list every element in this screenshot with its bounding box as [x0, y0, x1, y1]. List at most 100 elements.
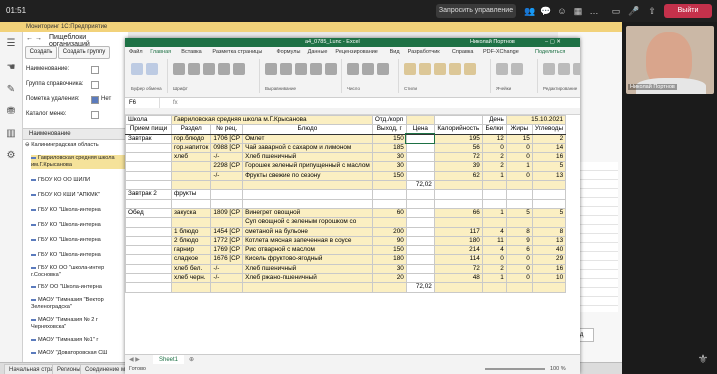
table-cell[interactable] — [405, 170, 435, 182]
table-cell[interactable]: 0 — [481, 254, 507, 265]
table-cell[interactable]: гор.блюдо — [170, 133, 212, 144]
table-cell[interactable]: 117 — [433, 226, 483, 237]
list-item[interactable]: МАОУ "Гимназия "Вектор Зеленоградска" — [31, 297, 126, 311]
list-item[interactable]: МАОУ "Гимназия № 2 г Черняховска" — [31, 317, 126, 331]
table-cell[interactable]: 0 — [481, 142, 507, 154]
table-cell[interactable] — [125, 282, 172, 293]
column-header-cell[interactable]: Углеводы — [531, 124, 567, 135]
table-cell[interactable] — [242, 198, 373, 209]
table-cell[interactable]: 60 — [371, 207, 407, 219]
table-cell[interactable]: гор.напиток — [170, 142, 212, 154]
ribbon-button-icon[interactable] — [558, 63, 570, 75]
ribbon-button-icon[interactable] — [203, 63, 215, 75]
table-cell[interactable] — [170, 161, 212, 172]
table-cell[interactable]: 8 — [531, 226, 567, 237]
school-label-cell[interactable]: Школа — [125, 114, 172, 126]
table-cell[interactable]: 16 — [531, 152, 567, 163]
filter-catalog[interactable]: Каталог меню: — [26, 109, 66, 119]
tree-item-selected[interactable]: Гавриловская средняя школа им.Г.Крысанов… — [31, 155, 126, 169]
table-cell[interactable]: 2 — [481, 263, 507, 275]
table-cell[interactable]: 6 — [505, 245, 533, 256]
ribbon-tab[interactable]: Разметка страницы — [212, 47, 262, 57]
window-controls[interactable]: – ▢ ✕ — [545, 38, 561, 47]
table-cell[interactable]: Омлет — [242, 133, 373, 144]
column-header-cell[interactable]: № рец. — [210, 124, 244, 135]
table-cell[interactable]: 15 — [505, 133, 533, 144]
leave-button[interactable]: Выйти — [664, 4, 712, 18]
table-cell[interactable]: 8 — [505, 226, 533, 237]
nav-arrows[interactable]: ← → — [26, 35, 42, 42]
table-cell[interactable]: 2 — [481, 152, 507, 163]
table-cell[interactable]: фрукты — [170, 189, 212, 200]
filter-catalog-checkbox[interactable] — [91, 111, 99, 119]
dept-label-cell[interactable]: Отд./корп — [371, 114, 407, 126]
table-cell[interactable]: 72,02 — [405, 282, 435, 293]
table-cell[interactable]: 1 — [481, 170, 507, 182]
table-cell[interactable] — [505, 180, 533, 191]
table-cell[interactable]: Чай заварной с сахаром и лимоном — [242, 142, 373, 154]
list-item[interactable]: ГБУ КО "Школа-интерна — [31, 252, 131, 259]
table-cell[interactable] — [405, 217, 435, 228]
ribbon-button-icon[interactable] — [511, 63, 523, 75]
share-icon[interactable]: ⇧ — [646, 5, 658, 17]
ribbon-button-icon[interactable] — [434, 63, 446, 75]
table-cell[interactable]: -/- — [210, 263, 244, 275]
school-name-cell[interactable]: Гавриловская средняя школа м.Г.Крысанова — [171, 114, 373, 126]
table-cell[interactable]: 2298 [СР — [210, 161, 244, 172]
ribbon-button-icon[interactable] — [280, 63, 292, 75]
ribbon-button-icon[interactable] — [146, 63, 158, 75]
table-cell[interactable]: Хлеб ржано-пшеничный — [242, 273, 373, 284]
table-cell[interactable]: 1769 [СР — [210, 245, 244, 256]
column-header-cell[interactable]: Выход, г — [371, 124, 407, 135]
table-cell[interactable] — [433, 282, 483, 293]
table-cell[interactable]: 185 — [371, 142, 407, 154]
table-cell[interactable]: 12 — [481, 133, 507, 144]
table-cell[interactable]: Кисель фруктово-ягодный — [242, 254, 373, 265]
table-cell[interactable]: 0 — [505, 254, 533, 265]
table-cell[interactable]: 14 — [531, 142, 567, 154]
ribbon-tab[interactable]: PDF-XChange — [483, 47, 519, 57]
table-cell[interactable] — [210, 189, 244, 200]
table-cell[interactable] — [125, 170, 172, 182]
table-cell[interactable] — [531, 189, 567, 200]
table-cell[interactable]: Фрукты свежие по сезону — [242, 170, 373, 182]
table-cell[interactable] — [405, 207, 435, 219]
table-cell[interactable] — [371, 180, 407, 191]
table-cell[interactable]: -/- — [210, 170, 244, 182]
table-cell[interactable] — [481, 198, 507, 209]
table-cell[interactable] — [481, 180, 507, 191]
ribbon-button-icon[interactable] — [218, 63, 230, 75]
list-item[interactable]: ГБУ ОО "Школа-интерна — [31, 284, 131, 291]
table-cell[interactable]: 5 — [531, 161, 567, 172]
cart-icon[interactable]: ⛃ — [5, 106, 17, 118]
table-cell[interactable]: хлеб — [170, 152, 212, 163]
table-cell[interactable]: 72 — [433, 263, 483, 275]
ribbon-button-icon[interactable] — [188, 63, 200, 75]
table-cell[interactable]: закуска — [170, 207, 212, 219]
ribbon-button-icon[interactable] — [573, 63, 580, 75]
table-cell[interactable]: 5 — [505, 207, 533, 219]
table-cell[interactable]: 10 — [531, 273, 567, 284]
chart-icon[interactable]: ▥ — [5, 128, 17, 140]
filter-deletion-checkbox[interactable] — [91, 96, 99, 104]
table-cell[interactable] — [210, 198, 244, 209]
table-cell[interactable] — [405, 263, 435, 275]
gear-icon[interactable]: ⚙ — [5, 150, 17, 162]
column-header[interactable]: Наименование — [23, 128, 128, 140]
ribbon-button-icon[interactable] — [377, 63, 389, 75]
table-cell[interactable] — [505, 189, 533, 200]
table-cell[interactable]: 0 — [505, 170, 533, 182]
table-cell[interactable]: 1772 [СР — [210, 235, 244, 247]
table-cell[interactable]: Горошек зеленый припущенный с маслом — [242, 161, 373, 172]
table-cell[interactable] — [505, 217, 533, 228]
table-cell[interactable] — [405, 133, 436, 145]
table-cell[interactable]: 20 — [371, 273, 407, 284]
table-cell[interactable]: Завтрак — [125, 133, 172, 144]
request-control-button[interactable]: Запросить управление — [436, 4, 516, 18]
list-item[interactable]: ГБОУ КО ОО ШИЛИ — [31, 177, 131, 184]
table-cell[interactable] — [125, 217, 172, 228]
share-button[interactable]: Поделиться — [535, 47, 565, 57]
table-cell[interactable] — [531, 217, 567, 228]
table-cell[interactable]: 4 — [481, 226, 507, 237]
ribbon-tab[interactable]: Справка — [452, 47, 474, 57]
